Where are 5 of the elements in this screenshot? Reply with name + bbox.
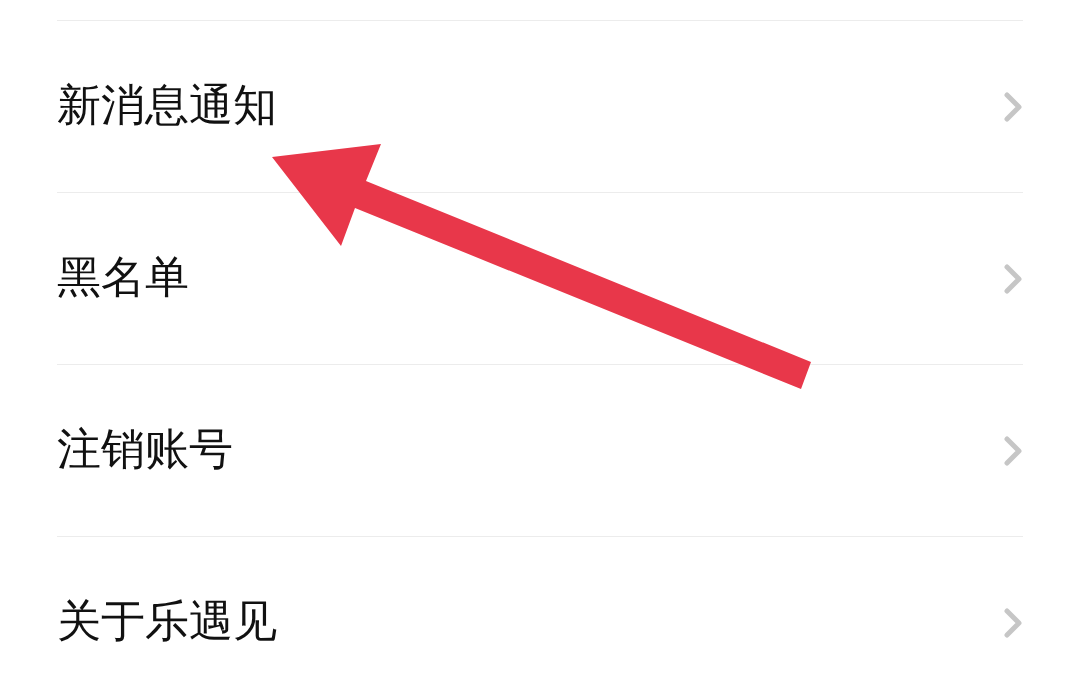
chevron-right-icon bbox=[1004, 607, 1022, 638]
chevron-right-icon bbox=[1004, 91, 1022, 122]
chevron-right-icon bbox=[1004, 263, 1022, 294]
chevron-right-icon bbox=[1004, 435, 1022, 466]
settings-item[interactable]: 关于乐遇见 bbox=[57, 536, 1023, 693]
